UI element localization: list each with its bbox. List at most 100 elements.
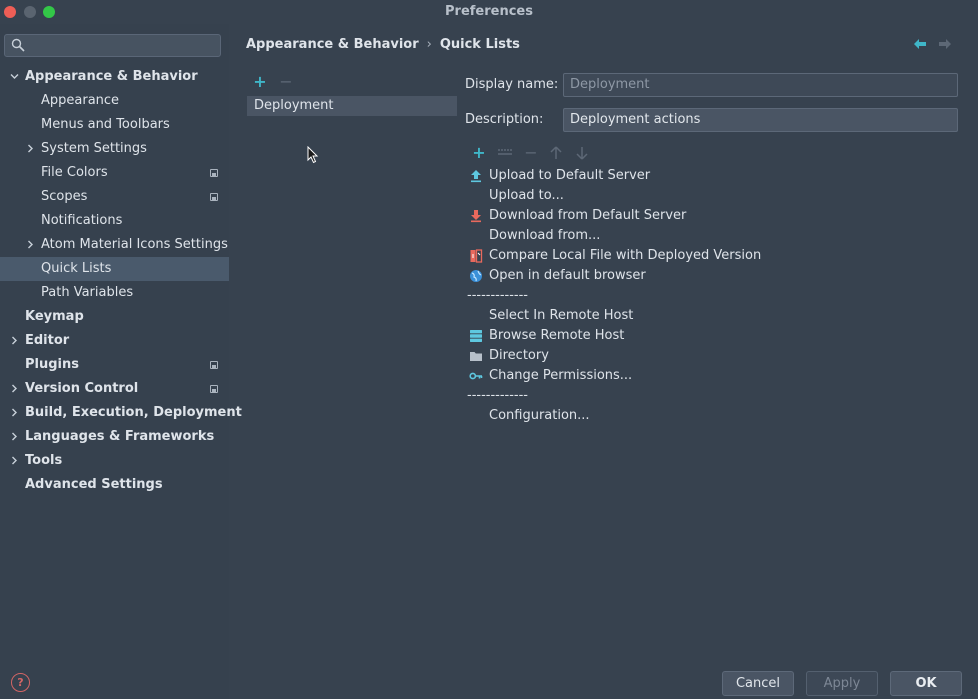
project-scope-icon bbox=[210, 169, 218, 177]
sidebar-item-label: Plugins bbox=[25, 357, 79, 372]
action-separator[interactable]: ------------- bbox=[467, 386, 947, 406]
forward-arrow-icon[interactable] bbox=[938, 38, 952, 50]
sidebar-item-file-colors[interactable]: File Colors bbox=[0, 161, 229, 185]
action-item[interactable]: Upload to Default Server bbox=[467, 166, 947, 186]
cancel-button[interactable]: Cancel bbox=[722, 671, 794, 696]
move-up-icon[interactable] bbox=[550, 146, 562, 160]
description-field[interactable]: Deployment actions bbox=[563, 108, 958, 132]
sidebar-item-label: Appearance bbox=[41, 93, 120, 108]
sidebar-item-label: Version Control bbox=[25, 381, 139, 396]
sidebar-item-tools[interactable]: Tools bbox=[0, 449, 229, 473]
sidebar-item-build-execution-deployment[interactable]: Build, Execution, Deployment bbox=[0, 401, 242, 425]
sidebar-item-path-variables[interactable]: Path Variables bbox=[0, 281, 229, 305]
action-label: Directory bbox=[489, 348, 549, 363]
settings-sidebar: Appearance & Behavior Appearance Menus and… bbox=[0, 24, 242, 699]
breadcrumb-current: Quick Lists bbox=[439, 37, 520, 52]
sidebar-item-advanced-settings[interactable]: Advanced Settings bbox=[0, 473, 229, 497]
sidebar-item-quick-lists[interactable]: Quick Lists bbox=[0, 257, 229, 281]
display-name-label: Display name: bbox=[465, 77, 559, 92]
download-icon bbox=[469, 209, 483, 223]
sidebar-item-label: Advanced Settings bbox=[25, 477, 163, 492]
folder-icon bbox=[469, 349, 483, 363]
action-item[interactable]: Compare Local File with Deployed Version bbox=[467, 246, 947, 266]
action-item[interactable]: Select In Remote Host bbox=[467, 306, 947, 326]
project-scope-icon bbox=[210, 385, 218, 393]
sidebar-item-atom-material-icons-settings[interactable]: Atom Material Icons Settings bbox=[0, 233, 229, 257]
sidebar-item-keymap[interactable]: Keymap bbox=[0, 305, 229, 329]
action-item[interactable]: Browse Remote Host bbox=[467, 326, 947, 346]
sidebar-item-label: Languages & Frameworks bbox=[25, 429, 215, 444]
action-label: Select In Remote Host bbox=[489, 308, 634, 323]
help-button[interactable]: ? bbox=[11, 673, 30, 692]
project-scope-icon bbox=[210, 193, 218, 201]
search-input[interactable] bbox=[33, 37, 218, 54]
sidebar-item-label: Scopes bbox=[41, 189, 88, 204]
sidebar-item-label: Build, Execution, Deployment bbox=[25, 405, 242, 420]
project-scope-icon bbox=[210, 361, 218, 369]
sidebar-item-system-settings[interactable]: System Settings bbox=[0, 137, 229, 161]
action-label: Compare Local File with Deployed Version bbox=[489, 248, 762, 263]
move-down-icon[interactable] bbox=[576, 146, 588, 160]
sidebar-item-label: Keymap bbox=[25, 309, 84, 324]
action-item[interactable]: Download from... bbox=[467, 226, 947, 246]
sidebar-item-languages-frameworks[interactable]: Languages & Frameworks bbox=[0, 425, 229, 449]
sidebar-item-label: Menus and Toolbars bbox=[41, 117, 170, 132]
window-title: Preferences bbox=[445, 4, 533, 19]
sidebar-item-editor[interactable]: Editor bbox=[0, 329, 229, 353]
display-name-field[interactable]: Deployment bbox=[563, 73, 958, 97]
back-arrow-icon[interactable] bbox=[913, 38, 927, 50]
settings-tree: Appearance & Behavior Appearance Menus and… bbox=[0, 65, 242, 497]
add-quick-list-button[interactable]: + bbox=[252, 74, 268, 90]
breadcrumb-separator: › bbox=[426, 37, 432, 52]
description-label: Description: bbox=[465, 112, 544, 127]
sidebar-item-menus-and-toolbars[interactable]: Menus and Toolbars bbox=[0, 113, 229, 137]
quick-list-list: Deployment bbox=[247, 96, 457, 116]
sidebar-item-notifications[interactable]: Notifications bbox=[0, 209, 229, 233]
list-item[interactable]: Deployment bbox=[247, 96, 457, 116]
action-label: Configuration... bbox=[489, 408, 590, 423]
sidebar-item-scopes[interactable]: Scopes bbox=[0, 185, 229, 209]
actions-toolbar: + − bbox=[471, 145, 601, 161]
action-label: Open in default browser bbox=[489, 268, 646, 283]
upload-icon bbox=[469, 169, 483, 183]
globe-icon bbox=[469, 269, 483, 283]
action-separator[interactable]: ------------- bbox=[467, 286, 947, 306]
breadcrumb: Appearance & Behavior › Quick Lists bbox=[246, 37, 520, 52]
action-item[interactable]: Download from Default Server bbox=[467, 206, 947, 226]
action-item[interactable]: Open in default browser bbox=[467, 266, 947, 286]
sidebar-item-version-control[interactable]: Version Control bbox=[0, 377, 229, 401]
action-label: Download from Default Server bbox=[489, 208, 687, 223]
sidebar-item-label: Quick Lists bbox=[41, 261, 112, 276]
separator-label: ------------- bbox=[467, 388, 528, 403]
compare-icon bbox=[469, 249, 483, 263]
action-label: Upload to Default Server bbox=[489, 168, 651, 183]
action-label: Upload to... bbox=[489, 188, 564, 203]
search-icon bbox=[11, 38, 25, 52]
sidebar-item-label: Editor bbox=[25, 333, 70, 348]
sidebar-item-appearance-behavior[interactable]: Appearance & Behavior bbox=[0, 65, 229, 89]
action-item[interactable]: Change Permissions... bbox=[467, 366, 947, 386]
action-item[interactable]: Configuration... bbox=[467, 406, 947, 426]
apply-button[interactable]: Apply bbox=[806, 671, 878, 696]
sidebar-item-label: Path Variables bbox=[41, 285, 134, 300]
action-label: Change Permissions... bbox=[489, 368, 633, 383]
sidebar-item-label: Notifications bbox=[41, 213, 123, 228]
sidebar-item-label: Tools bbox=[25, 453, 63, 468]
ok-button[interactable]: OK bbox=[890, 671, 962, 696]
key-icon bbox=[469, 369, 483, 383]
sidebar-item-plugins[interactable]: Plugins bbox=[0, 353, 229, 377]
action-label: Download from... bbox=[489, 228, 601, 243]
sidebar-item-label: System Settings bbox=[41, 141, 147, 156]
mouse-cursor-icon bbox=[307, 146, 319, 164]
add-action-button[interactable]: + bbox=[471, 145, 487, 161]
title-bar: Preferences bbox=[0, 0, 978, 24]
remove-action-button[interactable]: − bbox=[523, 145, 539, 161]
sidebar-item-appearance[interactable]: Appearance bbox=[0, 89, 229, 113]
remove-quick-list-button[interactable]: − bbox=[278, 74, 294, 90]
sidebar-item-label: Appearance & Behavior bbox=[25, 69, 198, 84]
breadcrumb-parent[interactable]: Appearance & Behavior bbox=[246, 37, 419, 52]
add-separator-icon[interactable] bbox=[498, 147, 512, 159]
action-item[interactable]: Upload to... bbox=[467, 186, 947, 206]
settings-search-box[interactable] bbox=[4, 34, 221, 57]
action-item[interactable]: Directory bbox=[467, 346, 947, 366]
